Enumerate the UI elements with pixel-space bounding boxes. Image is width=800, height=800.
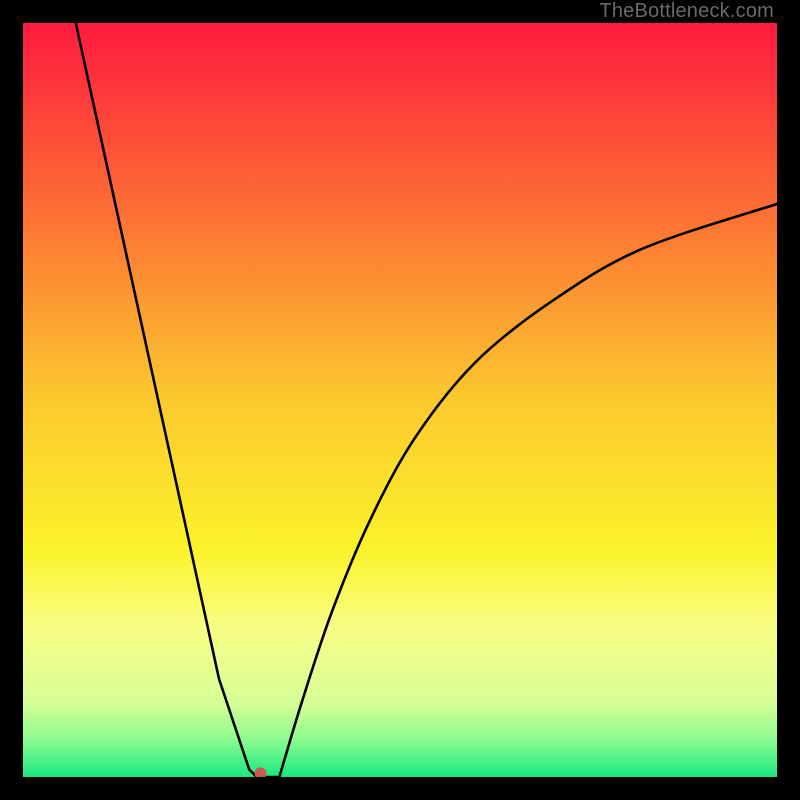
watermark-text: TheBottleneck.com — [599, 0, 774, 23]
chart-frame — [23, 23, 777, 777]
chart-svg — [23, 23, 777, 777]
chart-background — [23, 23, 777, 777]
